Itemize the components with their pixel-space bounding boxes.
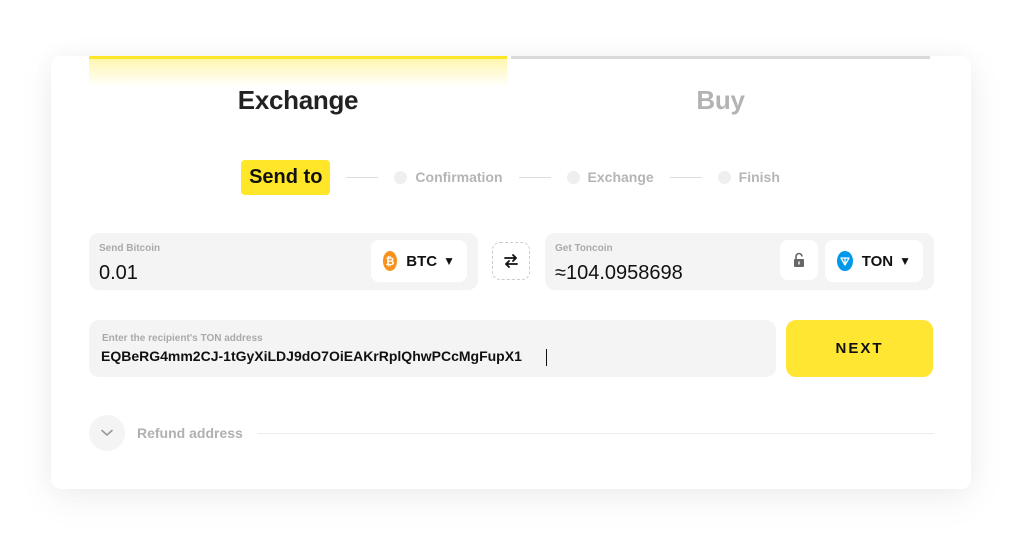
next-button[interactable]: NEXT — [786, 320, 933, 377]
get-coin-select[interactable]: TON ▼ — [825, 240, 923, 282]
get-amount-input[interactable] — [555, 262, 805, 285]
step-connector — [669, 176, 702, 178]
step-exchange-label: Exchange — [587, 169, 654, 185]
rate-lock-button[interactable] — [780, 240, 818, 280]
step-exchange: Exchange — [566, 169, 654, 185]
step-confirmation: Confirmation — [394, 169, 503, 185]
step-connector — [518, 176, 551, 178]
text-cursor — [546, 349, 547, 366]
refund-divider — [256, 432, 934, 434]
step-dot — [566, 170, 580, 184]
tab-buy-label: Buy — [696, 85, 745, 115]
bitcoin-icon: ₿ — [383, 251, 398, 271]
recipient-address-label: Enter the recipient's TON address — [102, 333, 263, 344]
refund-address-label[interactable]: Refund address — [137, 425, 243, 441]
step-dot — [394, 170, 408, 184]
svg-text:₿: ₿ — [386, 255, 395, 267]
get-amount-field: Get Toncoin TON ▼ — [545, 233, 934, 290]
unlocked-padlock-icon — [794, 252, 804, 267]
swap-button[interactable] — [492, 242, 530, 280]
recipient-address-input[interactable] — [101, 348, 761, 364]
tab-buy[interactable]: Buy — [511, 56, 930, 128]
step-finish-label: Finish — [738, 169, 780, 185]
send-coin-ticker: BTC — [406, 252, 438, 270]
send-amount-input[interactable] — [99, 262, 349, 285]
step-confirmation-label: Confirmation — [415, 169, 503, 185]
send-coin-select[interactable]: ₿ BTC ▼ — [371, 240, 467, 282]
exchange-card: Exchange Buy Send to Confirmation Exchan… — [51, 56, 971, 489]
swap-arrows-icon — [504, 254, 518, 268]
step-dot — [717, 170, 731, 184]
caret-down-icon: ▼ — [899, 254, 911, 268]
chevron-down-icon — [101, 429, 113, 436]
recipient-address-field: Enter the recipient's TON address — [89, 320, 776, 377]
get-coin-ticker: TON — [861, 252, 894, 270]
tab-exchange-label: Exchange — [237, 85, 359, 115]
progress-stepper: Send to Confirmation Exchange Finish — [51, 159, 971, 195]
refund-address-section: Refund address — [89, 415, 934, 451]
step-send-to: Send to — [241, 159, 331, 195]
refund-expand-button[interactable] — [89, 415, 125, 451]
toncoin-icon — [837, 251, 853, 271]
step-connector — [346, 176, 379, 178]
send-amount-field: Send Bitcoin ₿ BTC ▼ — [89, 233, 478, 290]
get-amount-label: Get Toncoin — [555, 243, 613, 254]
tab-exchange[interactable]: Exchange — [89, 56, 507, 128]
send-amount-label: Send Bitcoin — [99, 243, 161, 254]
caret-down-icon: ▼ — [443, 254, 455, 268]
step-finish: Finish — [717, 169, 780, 185]
